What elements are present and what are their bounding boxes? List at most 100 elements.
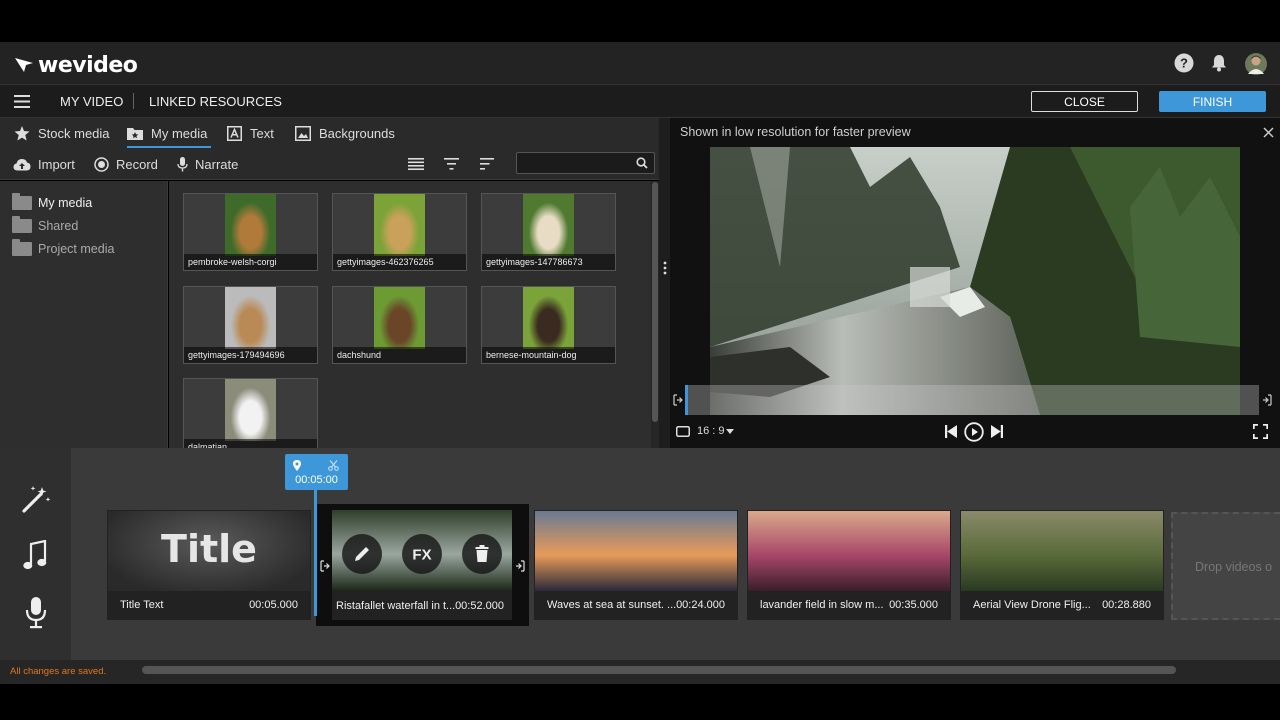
list-view-icon[interactable]: [408, 158, 424, 170]
media-thumbnail: [374, 194, 425, 256]
drop-zone[interactable]: Drop videos o: [1171, 512, 1280, 620]
drag-handle-icon[interactable]: [663, 261, 667, 275]
import-button[interactable]: Import: [13, 148, 75, 180]
hamburger-menu-icon[interactable]: [14, 95, 30, 108]
wevideo-logo[interactable]: wevideo: [14, 52, 138, 78]
clip-thumbnail: [748, 511, 950, 591]
text-icon: [227, 125, 242, 141]
search-icon[interactable]: [636, 157, 648, 169]
media-thumbnail: [374, 287, 425, 349]
timeline-clip-lavender[interactable]: lavander field in slow m... 00:35.000: [747, 510, 951, 620]
music-note-icon[interactable]: [23, 540, 47, 572]
media-item[interactable]: dachshund: [332, 286, 467, 364]
aspect-ratio-value[interactable]: 16 : 9: [697, 425, 725, 437]
clip-label: Waves at sea at sunset. ...: [547, 599, 677, 611]
seek-progress: [685, 385, 688, 415]
menu-divider: [133, 93, 134, 109]
trim-start-icon[interactable]: [673, 394, 683, 406]
clip-duration: 00:05.000: [249, 599, 298, 611]
low-resolution-notice: Shown in low resolution for faster previ…: [680, 125, 911, 139]
record-button[interactable]: Record: [94, 148, 158, 180]
media-item[interactable]: pembroke-welsh-corgi: [183, 193, 318, 271]
chevron-down-icon[interactable]: [726, 429, 734, 434]
timeline-scrollbar[interactable]: [142, 666, 1176, 674]
media-item[interactable]: dalmatian: [183, 378, 318, 448]
svg-text:?: ?: [1180, 56, 1188, 71]
bell-icon[interactable]: [1211, 54, 1227, 72]
media-thumbnail: [225, 194, 276, 256]
media-item[interactable]: bernese-mountain-dog: [481, 286, 616, 364]
star-icon: [14, 125, 30, 140]
tab-text[interactable]: Text: [227, 118, 274, 148]
playhead-marker[interactable]: 00:05:00: [285, 454, 348, 490]
clip-duration: 00:28.880: [1102, 599, 1151, 611]
logo-text: wevideo: [38, 52, 138, 78]
tab-label: Text: [250, 125, 274, 141]
folder-shared[interactable]: Shared: [12, 216, 78, 233]
edit-clip-icon[interactable]: [341, 533, 383, 575]
delete-clip-icon[interactable]: [461, 533, 503, 575]
linked-resources-link[interactable]: LINKED RESOURCES: [149, 94, 282, 109]
magic-wand-icon[interactable]: [21, 484, 51, 514]
tab-label: Stock media: [38, 125, 110, 141]
clip-duration: 00:24.000: [676, 599, 725, 611]
narrate-label: Narrate: [195, 156, 239, 172]
play-icon[interactable]: [964, 422, 984, 442]
skip-back-icon[interactable]: [945, 425, 957, 438]
tab-stock-media[interactable]: Stock media: [14, 118, 110, 148]
fullscreen-icon[interactable]: [1253, 424, 1268, 439]
playhead-time: 00:05:00: [295, 474, 338, 486]
tab-label: My media: [151, 125, 208, 141]
media-name: gettyimages-462376265: [333, 254, 466, 270]
voiceover-microphone-icon[interactable]: [25, 597, 47, 629]
clip-label: Title Text: [120, 599, 164, 611]
media-thumbnail: [225, 379, 276, 441]
narrate-button[interactable]: Narrate: [177, 148, 238, 180]
folder-project-media[interactable]: Project media: [12, 239, 114, 256]
trim-end-icon[interactable]: [1262, 394, 1272, 406]
map-pin-icon[interactable]: [293, 460, 301, 471]
folder-icon: [12, 239, 32, 256]
close-button[interactable]: CLOSE: [1031, 91, 1138, 112]
media-scrollbar-thumb[interactable]: [652, 182, 658, 422]
title-overlay-text: Title: [161, 527, 257, 571]
record-icon: [94, 156, 109, 172]
tab-backgrounds[interactable]: Backgrounds: [295, 118, 395, 148]
filter-icon[interactable]: [444, 158, 459, 170]
timeline-clip-waves[interactable]: Waves at sea at sunset. ... 00:24.000: [534, 510, 738, 620]
avatar[interactable]: [1245, 53, 1267, 75]
media-name: gettyimages-179494696: [184, 347, 317, 363]
finish-button[interactable]: FINISH: [1159, 91, 1266, 112]
skip-forward-icon[interactable]: [991, 425, 1003, 438]
clip-trim-end-icon[interactable]: [515, 560, 525, 572]
import-label: Import: [38, 156, 75, 172]
sort-icon[interactable]: [480, 158, 494, 170]
search-input[interactable]: [516, 152, 655, 174]
media-name: gettyimages-147786673: [482, 254, 615, 270]
clip-duration: 00:52.000: [455, 600, 504, 612]
media-name: bernese-mountain-dog: [482, 347, 615, 363]
clip-thumbnail: [961, 511, 1163, 591]
my-video-link[interactable]: MY VIDEO: [60, 94, 123, 109]
aspect-ratio-icon[interactable]: [676, 426, 690, 437]
save-status: All changes are saved.: [10, 666, 107, 677]
timeline-clip-aerial[interactable]: Aerial View Drone Flig... 00:28.880: [960, 510, 1164, 620]
fx-icon[interactable]: FX: [401, 533, 443, 575]
folder-my-media[interactable]: My media: [12, 193, 92, 210]
drop-zone-label: Drop videos o: [1195, 560, 1273, 574]
media-item[interactable]: gettyimages-462376265: [332, 193, 467, 271]
media-name: pembroke-welsh-corgi: [184, 254, 317, 270]
seek-bar[interactable]: [685, 385, 1259, 415]
tab-my-media[interactable]: My media: [127, 118, 207, 148]
playhead-line[interactable]: [314, 490, 317, 616]
video-preview[interactable]: [710, 147, 1240, 415]
timeline-clip-title[interactable]: Title Title Text 00:05.000: [107, 510, 311, 620]
clip-label: lavander field in slow m...: [760, 599, 884, 611]
panel-resize-handle[interactable]: [659, 118, 670, 448]
clip-trim-start-icon[interactable]: [320, 560, 330, 572]
scissors-icon[interactable]: [328, 460, 339, 471]
close-notice-icon[interactable]: [1263, 127, 1274, 138]
media-item[interactable]: gettyimages-179494696: [183, 286, 318, 364]
media-item[interactable]: gettyimages-147786673: [481, 193, 616, 271]
help-icon[interactable]: ?: [1174, 53, 1194, 73]
